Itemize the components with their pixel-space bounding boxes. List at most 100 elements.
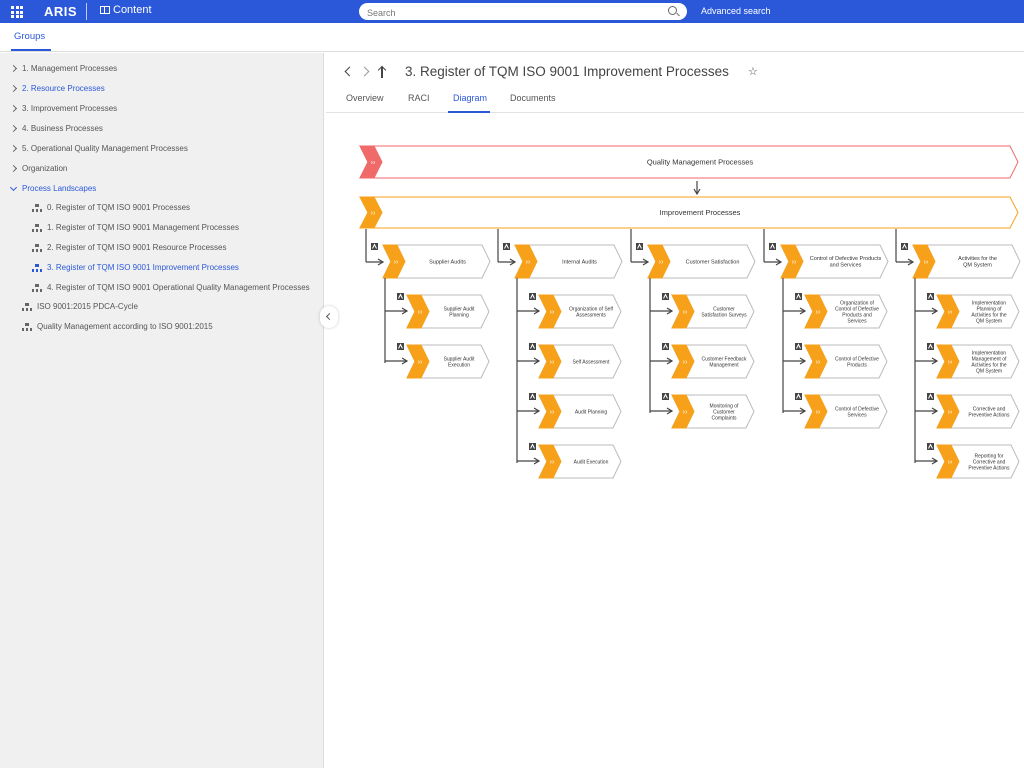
hierarchy-icon: [32, 203, 42, 212]
improvement-processes-box-label: Improvement Processes: [660, 208, 741, 217]
header-divider: [86, 3, 87, 20]
chevron-right-icon[interactable]: [9, 164, 18, 173]
process-box-marker-icon: ››: [550, 359, 555, 366]
hierarchy-icon: [22, 302, 32, 311]
tree-item-label: 3. Register of TQM ISO 9001 Improvement …: [47, 263, 239, 272]
tree-item-resource-processes[interactable]: 2. Resource Processes: [9, 84, 105, 93]
process-box-marker-icon: ››: [948, 409, 953, 416]
process-box-label: Activities for the QM System: [958, 256, 997, 269]
tab-raci[interactable]: RACI: [408, 93, 430, 103]
hierarchy-icon: [22, 322, 32, 331]
process-box-marker-icon: ››: [948, 459, 953, 466]
tab-groups[interactable]: Groups: [14, 31, 45, 42]
content-tabs: [326, 90, 1024, 113]
process-box-label: Audit Planning: [575, 409, 607, 415]
groups-bar: Groups: [0, 23, 1024, 52]
tree-item-operational-qm-processes[interactable]: 5. Operational Quality Management Proces…: [9, 144, 188, 153]
process-box-label: Implementation Management of Activities fo…: [971, 350, 1007, 374]
tree-item-label: 0. Register of TQM ISO 9001 Processes: [47, 203, 191, 212]
tree-item-label: Process Landscapes: [22, 184, 97, 193]
search-icon[interactable]: [668, 6, 677, 15]
quality-management-processes-box-marker-icon: ››: [371, 160, 376, 167]
process-box-label: Customer Satisfaction: [686, 259, 740, 265]
process-box-marker-icon: ››: [550, 459, 555, 466]
process-box-marker-icon: ››: [418, 309, 423, 316]
page-title: 3. Register of TQM ISO 9001 Improvement …: [405, 64, 729, 79]
favorite-star-icon[interactable]: ☆: [748, 65, 758, 78]
process-box-label: Corrective and Preventive Actions: [968, 406, 1010, 418]
process-box-marker-icon: ››: [394, 259, 399, 266]
tree-item-register-3[interactable]: 3. Register of TQM ISO 9001 Improvement …: [32, 263, 239, 272]
tree-item-qm-iso-9001[interactable]: Quality Management according to ISO 9001…: [22, 322, 213, 331]
quality-management-processes-box-label: Quality Management Processes: [647, 158, 754, 167]
process-box-marker-icon: ››: [550, 409, 555, 416]
chevron-right-icon[interactable]: [9, 124, 18, 133]
tree-item-business-processes[interactable]: 4. Business Processes: [9, 124, 103, 133]
tab-documents[interactable]: Documents: [510, 93, 556, 103]
tree-item-pdca-cycle[interactable]: ISO 9001:2015 PDCA-Cycle: [22, 302, 138, 311]
chevron-right-icon[interactable]: [9, 144, 18, 153]
apps-grid-icon[interactable]: [11, 6, 23, 18]
hierarchy-icon: [32, 263, 42, 272]
chevron-right-icon[interactable]: [9, 64, 18, 73]
hierarchy-icon: [32, 223, 42, 232]
process-box-marker-icon: ››: [816, 359, 821, 366]
process-box-marker-icon: ››: [659, 259, 664, 266]
back-arrow-icon[interactable]: [344, 66, 355, 77]
tree-item-improvement-processes[interactable]: 3. Improvement Processes: [9, 104, 118, 113]
tree-item-register-1[interactable]: 1. Register of TQM ISO 9001 Management P…: [32, 223, 239, 232]
diagram-tab-indicator: [448, 111, 490, 113]
process-box-label: Implementation Planning of Activities for …: [971, 300, 1007, 324]
search-input[interactable]: [359, 4, 649, 22]
content-label: Content: [113, 4, 152, 16]
process-box-marker-icon: ››: [683, 409, 688, 416]
tab-diagram[interactable]: Diagram: [453, 93, 487, 103]
process-box-marker-icon: ››: [948, 359, 953, 366]
process-diagram[interactable]: ›› Quality Management Processes ›› Improvem…: [326, 114, 1024, 768]
content-link[interactable]: Content: [100, 4, 152, 16]
up-arrow-icon[interactable]: [377, 65, 387, 78]
tab-overview[interactable]: Overview: [346, 93, 384, 103]
process-box-marker-icon: ››: [550, 309, 555, 316]
chevron-down-icon[interactable]: [9, 183, 18, 191]
aris-logo[interactable]: ARIS: [44, 4, 77, 19]
process-box-marker-icon: ››: [683, 309, 688, 316]
tree-item-label: Organization: [22, 164, 68, 173]
process-box-marker-icon: ››: [924, 259, 929, 266]
process-box-marker-icon: ››: [526, 259, 531, 266]
process-box-marker-icon: ››: [418, 359, 423, 366]
process-box-label: Internal Audits: [562, 259, 597, 265]
process-box-marker-icon: ››: [816, 409, 821, 416]
chevron-right-icon[interactable]: [9, 104, 18, 113]
forward-arrow-icon[interactable]: [359, 66, 370, 77]
groups-tab-indicator: [11, 49, 51, 51]
tree-item-register-4[interactable]: 4. Register of TQM ISO 9001 Operational …: [32, 283, 310, 292]
tree-item-label: 2. Register of TQM ISO 9001 Resource Pro…: [47, 243, 227, 252]
tree-item-label: 3. Improvement Processes: [22, 104, 118, 113]
hierarchy-icon: [32, 283, 42, 292]
tree-item-process-landscapes[interactable]: Process Landscapes: [9, 183, 97, 193]
advanced-search-link[interactable]: Advanced search: [701, 6, 771, 16]
process-box-label: Supplier Audits: [429, 259, 466, 265]
navigation-tree: [0, 53, 324, 768]
chevron-right-icon[interactable]: [9, 84, 18, 93]
tree-item-label: 4. Business Processes: [22, 124, 103, 133]
tree-item-label: 1. Register of TQM ISO 9001 Management P…: [47, 223, 239, 232]
tree-item-label: 5. Operational Quality Management Proces…: [22, 144, 188, 153]
tree-item-label: 4. Register of TQM ISO 9001 Operational …: [47, 283, 310, 292]
process-box-marker-icon: ››: [683, 359, 688, 366]
process-box-marker-icon: ››: [948, 309, 953, 316]
tree-item-management-processes[interactable]: 1. Management Processes: [9, 64, 118, 73]
tree-item-register-0[interactable]: 0. Register of TQM ISO 9001 Processes: [32, 203, 190, 212]
hierarchy-icon: [32, 243, 42, 252]
tree-item-label: ISO 9001:2015 PDCA-Cycle: [37, 302, 138, 311]
tree-item-label: 1. Management Processes: [22, 64, 118, 73]
search-box: [359, 3, 687, 22]
process-box-label: Audit Execution: [574, 459, 609, 465]
process-box-label: Self Assessment: [573, 359, 611, 365]
tree-item-organization[interactable]: Organization: [9, 164, 68, 173]
tree-item-register-2[interactable]: 2. Register of TQM ISO 9001 Resource Pro…: [32, 243, 226, 252]
improvement-processes-box-marker-icon: ››: [371, 210, 376, 217]
process-box-marker-icon: ››: [792, 259, 797, 266]
tree-item-label: Quality Management according to ISO 9001…: [37, 322, 213, 331]
